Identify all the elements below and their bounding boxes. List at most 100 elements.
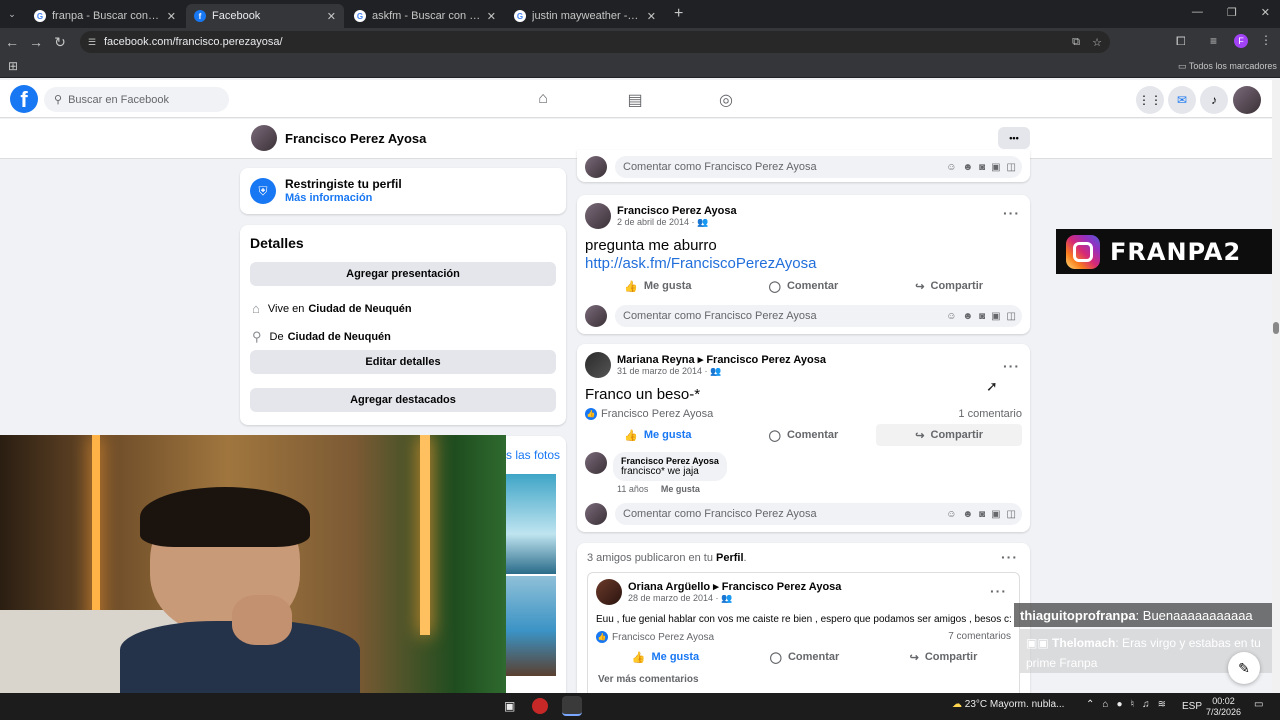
back-icon[interactable]: ← (0, 34, 24, 50)
post-options-icon[interactable]: ··· (990, 583, 1007, 599)
photo-thumb-2[interactable] (506, 576, 556, 676)
reload-icon[interactable]: ↻ (48, 34, 72, 51)
avatar-sticker-icon[interactable]: ☺ (946, 509, 956, 520)
gif-icon[interactable]: ▣ (991, 311, 1000, 322)
emoji-icon[interactable]: ☻ (963, 509, 974, 520)
author-name[interactable]: Mariana Reyna (617, 354, 695, 366)
profile-name[interactable]: Francisco Perez Ayosa (285, 131, 426, 146)
account-avatar[interactable] (1233, 86, 1261, 114)
install-icon[interactable]: ⧉ (1072, 36, 1080, 49)
obs-icon[interactable] (532, 698, 548, 714)
sticker-icon[interactable]: ◫ (1007, 311, 1016, 322)
like-button[interactable]: 👍 Me gusta (585, 424, 731, 446)
more-info-link[interactable]: Más información (285, 192, 372, 204)
menu-icon[interactable]: ⋮ (1260, 33, 1272, 47)
author-avatar[interactable] (596, 579, 622, 605)
close-icon[interactable]: ✕ (647, 10, 656, 23)
comment-button[interactable]: ◯ Comentar (731, 275, 877, 297)
camera-icon[interactable]: ◙ (979, 311, 985, 322)
reply-avatar[interactable] (585, 452, 607, 474)
gif-icon[interactable]: ▣ (991, 162, 1000, 173)
reply-like-button[interactable]: Me gusta (661, 484, 700, 494)
chrome-taskbar-icon[interactable] (562, 696, 582, 716)
like-button[interactable]: 👍 Me gusta (585, 275, 731, 297)
new-tab-button[interactable]: + (674, 5, 683, 23)
all-photos-link[interactable]: s las fotos (506, 448, 560, 462)
lives-city-link[interactable]: Ciudad de Neuquén (308, 303, 411, 315)
notification-center-icon[interactable]: ▭ (1254, 699, 1263, 710)
post-date[interactable]: 2 de abril de 2014 · (617, 217, 695, 227)
author-name[interactable]: Francisco Perez Ayosa (617, 205, 737, 217)
avatar-sticker-icon[interactable]: ☺ (946, 311, 956, 322)
share-button[interactable]: ↪ Compartir (874, 646, 1013, 668)
messenger-icon[interactable]: ✉ (1168, 86, 1196, 114)
close-icon[interactable]: ✕ (327, 10, 336, 23)
profile-avatar-small[interactable] (251, 125, 277, 151)
restore-icon[interactable]: ❐ (1227, 6, 1237, 19)
reply-author[interactable]: Francisco Perez Ayosa (621, 456, 719, 466)
post-date[interactable]: 31 de marzo de 2014 · (617, 366, 708, 376)
add-presentation-button[interactable]: Agregar presentación (250, 262, 556, 286)
profile-link[interactable]: Perfil (716, 552, 744, 564)
share-button[interactable]: ↪ Compartir (876, 275, 1022, 297)
reactions-summary[interactable]: 👍 Francisco Perez Ayosa (596, 631, 714, 643)
more-options-button[interactable]: ••• (998, 127, 1030, 149)
reply-age[interactable]: 11 años (617, 484, 648, 494)
comment-count[interactable]: 7 comentarios (948, 631, 1011, 642)
bookmark-star-icon[interactable]: ☆ (1092, 36, 1102, 49)
address-bar[interactable]: ☰ facebook.com/francisco.perezayosa/ ⧉ ☆ (80, 31, 1110, 53)
comment-input[interactable]: Comentar como Francisco Perez Ayosa ☺ ☻ ◙ ▣… (615, 305, 1022, 327)
avatar-sticker-icon[interactable]: ☺ (946, 162, 956, 173)
marketplace-icon[interactable]: ▤ (625, 90, 645, 110)
scrollbar-thumb[interactable] (1273, 322, 1279, 334)
photo-thumb-1[interactable] (506, 474, 556, 574)
tray-chevron-icon[interactable]: ⌃ (1086, 699, 1094, 710)
comment-button[interactable]: ◯ Comentar (735, 646, 874, 668)
taskbar-app-icon[interactable]: ▣ (504, 699, 515, 713)
notifications-icon[interactable]: ♪ (1200, 86, 1228, 114)
menu-grid-icon[interactable]: ⋮⋮ (1136, 86, 1164, 114)
comment-input[interactable]: Comentar como Francisco Perez Ayosa ☺ ☻ ◙ ▣… (615, 503, 1022, 525)
camera-icon[interactable]: ◙ (979, 509, 985, 520)
gif-icon[interactable]: ▣ (991, 509, 1000, 520)
more-comments-link[interactable]: Ver más comentarios (598, 674, 699, 685)
post-options-icon[interactable]: ··· (1003, 358, 1020, 374)
minimize-icon[interactable]: — (1192, 6, 1203, 19)
site-info-icon[interactable]: ☰ (88, 37, 96, 48)
comment-button[interactable]: ◯ Comentar (731, 424, 877, 446)
language-indicator[interactable]: ESP (1182, 701, 1202, 712)
tab-search-icon[interactable]: ⌄ (0, 9, 24, 20)
groups-icon[interactable]: ◎ (716, 90, 736, 110)
card-options-icon[interactable]: ··· (1001, 549, 1018, 565)
home-icon[interactable]: ⌂ (533, 90, 553, 110)
tab-askfm[interactable]: G askfm - Buscar con Google ✕ (346, 4, 504, 28)
apps-grid-icon[interactable]: ⊞ (8, 59, 18, 73)
comment-count[interactable]: 1 comentario (958, 408, 1022, 420)
new-message-button[interactable]: ✎ (1228, 652, 1260, 684)
author-name[interactable]: Oriana Argüello (628, 581, 710, 593)
page-scrollbar[interactable] (1272, 80, 1280, 692)
post-options-icon[interactable]: ··· (1003, 205, 1020, 221)
emoji-icon[interactable]: ☻ (963, 162, 974, 173)
tab-justin[interactable]: G justin mayweather - Buscar con ✕ (506, 4, 664, 28)
close-window-icon[interactable]: ✕ (1261, 6, 1270, 19)
weather-widget[interactable]: ☁ 23°C Mayorm. nubla... (952, 699, 1064, 710)
post-date[interactable]: 28 de marzo de 2014 · (628, 593, 719, 603)
like-button[interactable]: 👍 Me gusta (596, 646, 735, 668)
share-button[interactable]: ↪ Compartir (876, 424, 1023, 446)
emoji-icon[interactable]: ☻ (963, 311, 974, 322)
target-name[interactable]: Francisco Perez Ayosa (706, 354, 826, 366)
from-city-link[interactable]: Ciudad de Neuquén (288, 331, 391, 343)
close-icon[interactable]: ✕ (487, 10, 496, 23)
extensions-icon[interactable]: ⧠ (1176, 34, 1186, 49)
camera-icon[interactable]: ◙ (979, 162, 985, 173)
media-icon[interactable]: ≡ (1210, 34, 1217, 48)
tray-app-icon[interactable]: ● (1116, 699, 1122, 710)
author-avatar[interactable] (585, 352, 611, 378)
sticker-icon[interactable]: ◫ (1007, 162, 1016, 173)
tab-facebook[interactable]: f Facebook ✕ (186, 4, 344, 28)
all-bookmarks[interactable]: ▭ Todos los marcadores (1178, 61, 1277, 72)
close-icon[interactable]: ✕ (167, 10, 176, 23)
profile-avatar[interactable]: F (1234, 34, 1248, 48)
network-icon[interactable]: ⌂ (1102, 699, 1108, 710)
